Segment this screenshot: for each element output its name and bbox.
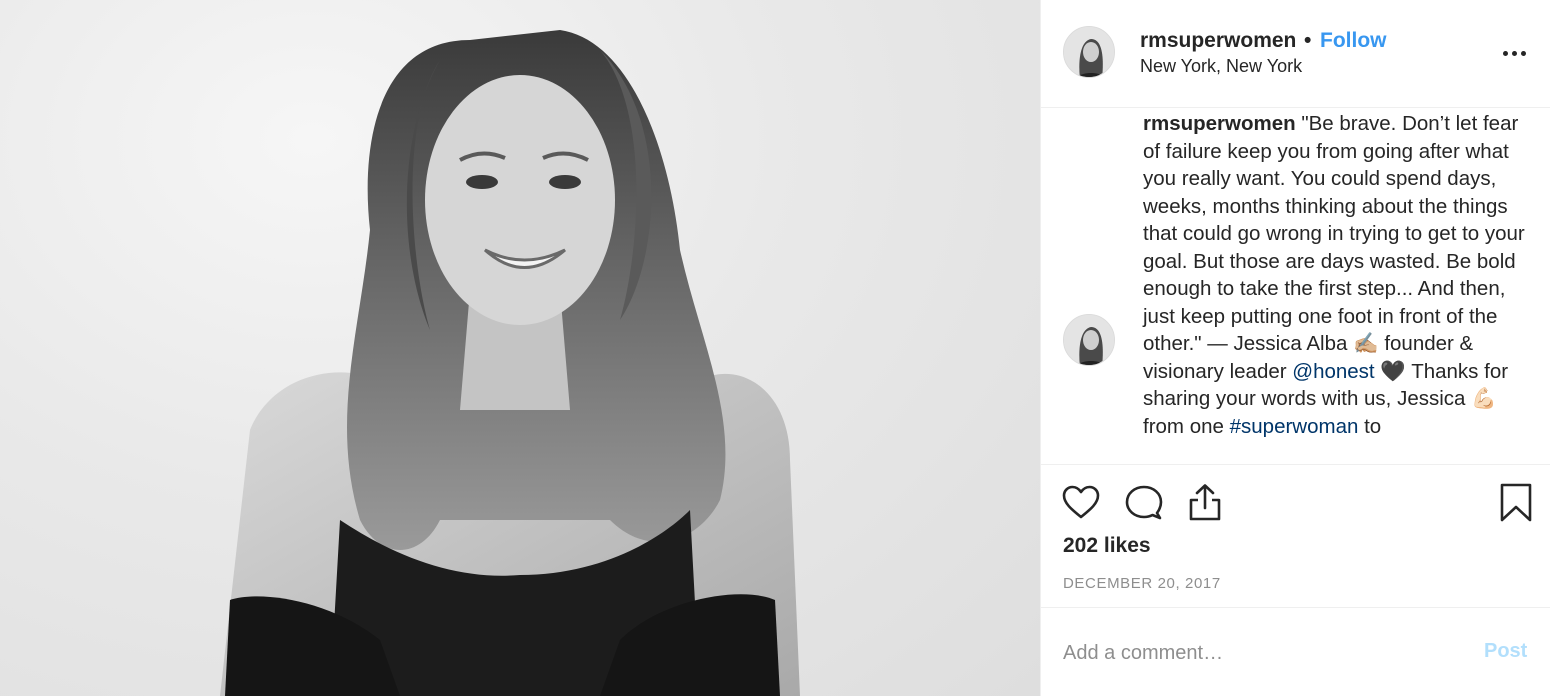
- post-date[interactable]: DECEMBER 20, 2017: [1063, 575, 1221, 592]
- bookmark-icon[interactable]: [1496, 483, 1536, 523]
- post-photo[interactable]: [0, 0, 1040, 696]
- caption-avatar[interactable]: [1063, 314, 1115, 366]
- header-separator: •: [1304, 29, 1312, 52]
- comment-bar: Post: [1041, 608, 1550, 696]
- caption-area[interactable]: rmsuperwomen "Be brave. Don’t let fear o…: [1041, 108, 1550, 464]
- avatar-image: [1064, 27, 1114, 77]
- header-location[interactable]: New York, New York: [1140, 56, 1302, 77]
- caption-username[interactable]: rmsuperwomen: [1143, 112, 1296, 135]
- writing-hand-emoji: ✍🏼: [1353, 332, 1379, 355]
- caption-body-1: "Be brave. Don’t let fear of failure kee…: [1143, 112, 1525, 355]
- post-side-panel: rmsuperwomen • Follow New York, New York…: [1040, 0, 1550, 696]
- post-comment-button[interactable]: Post: [1484, 640, 1527, 663]
- post-header: rmsuperwomen • Follow New York, New York: [1041, 0, 1550, 108]
- heart-icon[interactable]: [1061, 483, 1101, 523]
- portrait-illustration: [220, 30, 800, 696]
- caption-body-5: from one: [1143, 414, 1230, 438]
- black-heart-emoji: 🖤: [1380, 359, 1406, 383]
- post-actions: 202 likes DECEMBER 20, 2017: [1041, 464, 1550, 608]
- hashtag-link[interactable]: #superwoman: [1230, 415, 1359, 438]
- follow-button[interactable]: Follow: [1320, 29, 1387, 53]
- avatar[interactable]: [1063, 26, 1115, 78]
- comment-icon[interactable]: [1124, 483, 1164, 523]
- flexed-biceps-emoji: 💪🏻: [1471, 387, 1497, 410]
- more-horizontal-icon[interactable]: [1503, 33, 1533, 63]
- caption-body-6: to: [1358, 414, 1382, 438]
- avatar-image: [1064, 315, 1114, 365]
- comment-input[interactable]: [1063, 638, 1453, 668]
- header-username[interactable]: rmsuperwomen: [1140, 29, 1296, 53]
- mention-link[interactable]: @honest: [1292, 360, 1374, 383]
- share-icon[interactable]: [1185, 483, 1225, 523]
- likes-count[interactable]: 202 likes: [1063, 534, 1151, 558]
- caption-text: rmsuperwomen "Be brave. Don’t let fear o…: [1143, 110, 1538, 440]
